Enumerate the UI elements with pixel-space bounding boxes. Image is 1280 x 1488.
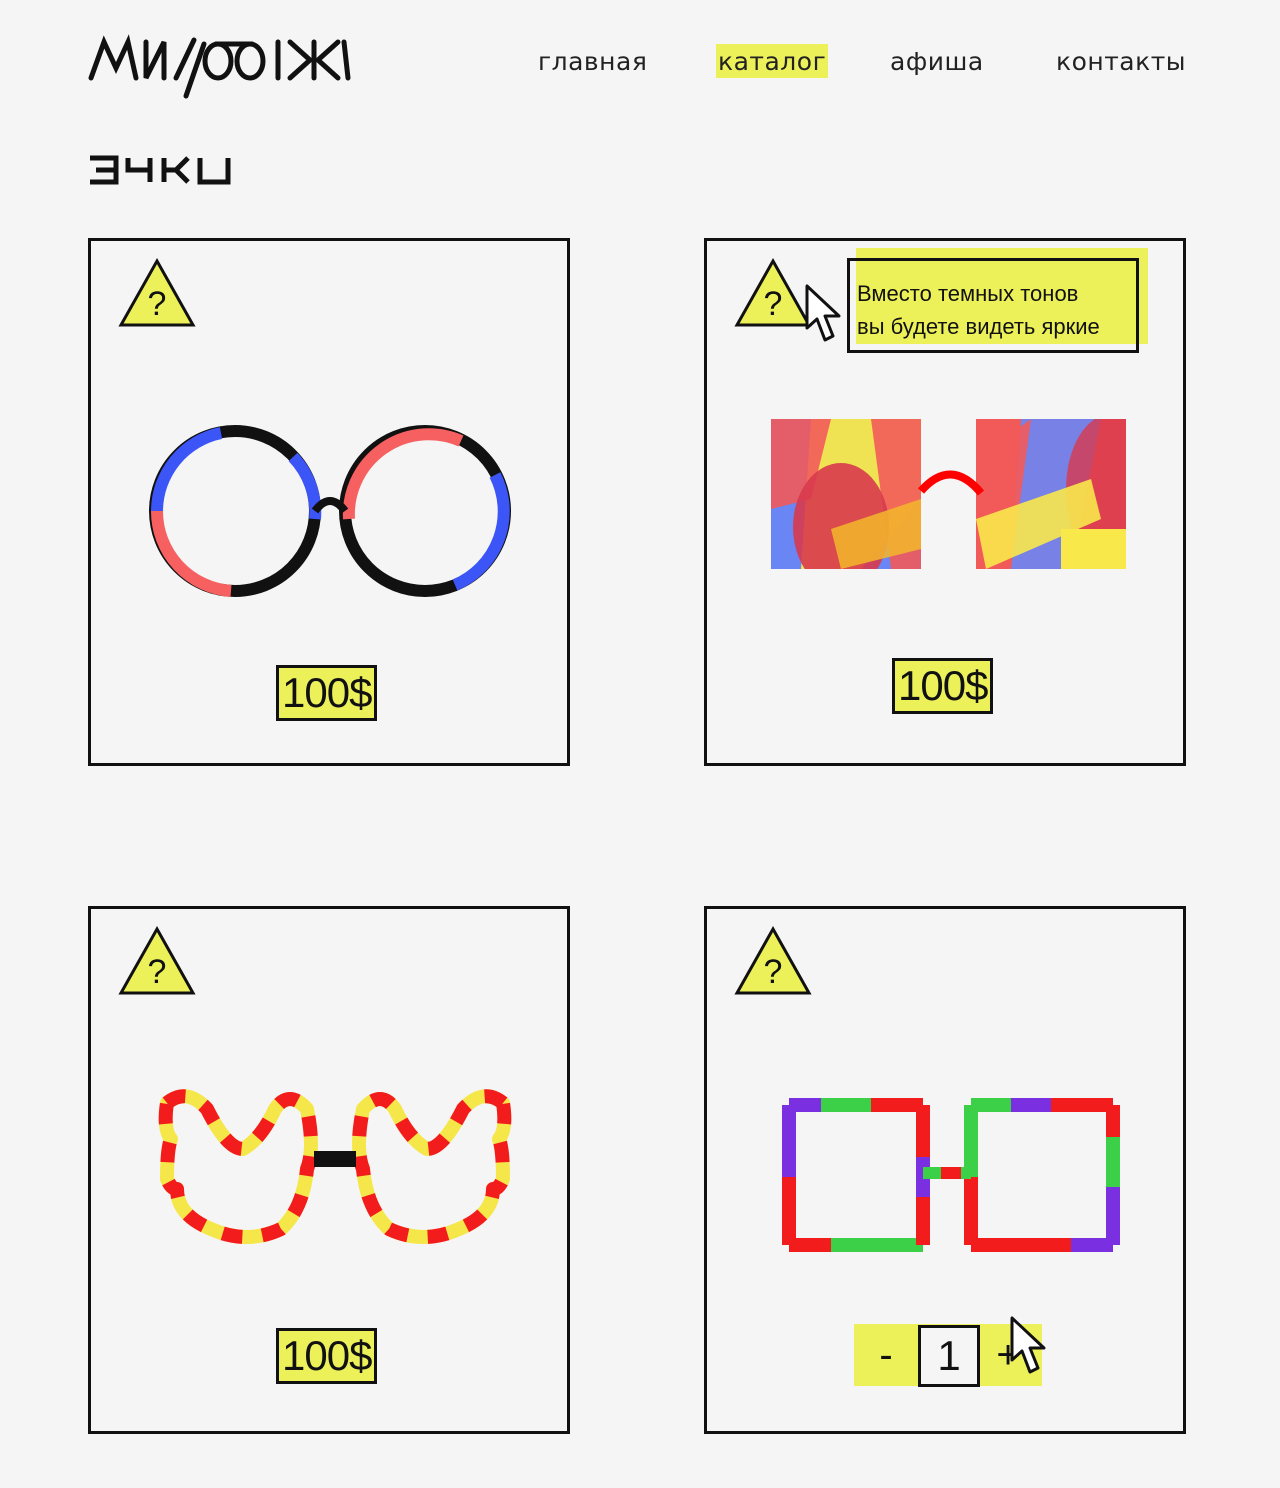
product-price: 100$ [892,658,994,714]
product-image-colorful-glasses[interactable] [771,419,1131,580]
site-logo[interactable] [86,34,356,102]
decrement-button[interactable]: - [858,1324,914,1386]
svg-text:?: ? [764,953,783,991]
nav-contacts[interactable]: контакты [1056,44,1186,78]
product-image-wavy-glasses[interactable] [157,1089,513,1256]
product-image-square-glasses[interactable] [781,1097,1121,1262]
question-triangle-icon[interactable]: ? [733,925,813,997]
nav-afisha[interactable]: афиша [890,44,984,78]
page-title [88,154,238,188]
svg-text:?: ? [148,285,167,323]
product-card[interactable]: ? 100$ [88,906,570,1434]
question-triangle-icon[interactable]: ? [733,257,813,329]
product-price: 100$ [276,1328,378,1384]
question-triangle-icon[interactable]: ? [117,925,197,997]
svg-text:?: ? [148,953,167,991]
product-card[interactable]: ? 100$ [88,238,570,766]
quantity-value[interactable]: 1 [918,1325,980,1387]
nav-home[interactable]: главная [538,44,647,78]
cursor-arrow-icon [805,284,849,355]
product-price: 100$ [276,665,378,721]
svg-text:?: ? [764,285,783,323]
question-triangle-icon[interactable]: ? [117,257,197,329]
product-image-round-glasses[interactable] [149,423,519,608]
tooltip-line: вы будете видеть яркие [857,314,1100,339]
nav-catalog[interactable]: каталог [716,44,829,78]
tooltip: Вместо темных тонов вы будете видеть ярк… [847,258,1139,353]
cursor-arrow-icon [1010,1316,1054,1387]
tooltip-line: Вместо темных тонов [857,281,1079,306]
